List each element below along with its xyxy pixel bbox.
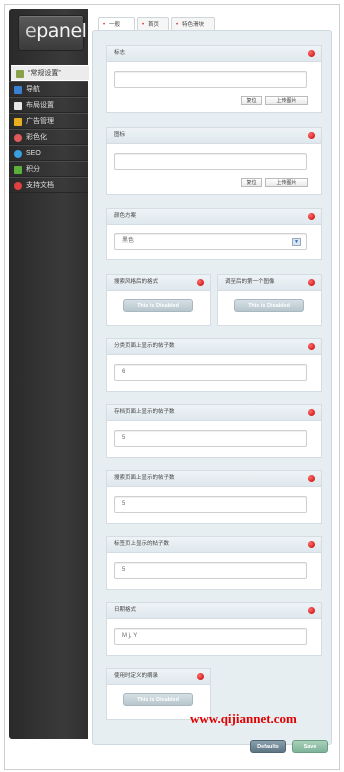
chevron-down-icon: ▼ bbox=[292, 238, 301, 246]
search-posts-setting: 搜索页面上显示的帖子数 5 bbox=[106, 470, 322, 524]
help-icon[interactable] bbox=[197, 673, 204, 680]
date-format-setting: 日期格式 M j, Y bbox=[106, 602, 322, 656]
category-posts-setting: 分类页面上显示的帖子数 6 bbox=[106, 338, 322, 392]
watermark-text: www.qijiannet.com bbox=[190, 711, 297, 726]
help-icon[interactable] bbox=[197, 279, 204, 286]
upload-image-button[interactable]: 上传图片 bbox=[265, 178, 308, 187]
archive-posts-input[interactable]: 5 bbox=[114, 430, 307, 447]
wrench-icon bbox=[16, 70, 24, 78]
upload-image-button[interactable]: 上传图片 bbox=[265, 96, 308, 105]
disabled-toggle[interactable]: This is Disabled bbox=[234, 299, 304, 312]
setting-title: 日期格式 bbox=[114, 607, 137, 613]
help-icon[interactable] bbox=[308, 409, 315, 416]
epanel-logo: epanel bbox=[18, 15, 87, 51]
list-icon bbox=[14, 86, 22, 94]
disabled-toggle[interactable]: This is Disabled bbox=[123, 299, 193, 312]
archive-posts-setting: 存档页面上显示的帖子数 5 bbox=[106, 404, 322, 458]
page-icon bbox=[14, 102, 22, 110]
setting-title: 使用时定义的摘录 bbox=[114, 673, 159, 679]
first-image-setting: 调至后的第一个图像 This is Disabled bbox=[217, 274, 322, 326]
setting-title: 分类页面上显示的帖子数 bbox=[114, 343, 175, 349]
sidebar-item-general[interactable]: “常规设置” bbox=[11, 65, 89, 81]
setting-title: 标签页上显示的帖子数 bbox=[114, 541, 170, 547]
logo-setting: 标志 复位 上传图片 bbox=[106, 45, 322, 113]
settings-panel: 标志 复位 上传图片 图标 复位 上传图片 颜色方案 黑色 ▼ 搜索风格后的格式… bbox=[92, 30, 332, 745]
color-scheme-select[interactable]: 黑色 ▼ bbox=[114, 233, 307, 250]
setting-title: 调至后的第一个图像 bbox=[225, 279, 275, 285]
sidebar-item-support[interactable]: 支持文档 bbox=[9, 177, 88, 193]
sidebar-item-label: 彩色化 bbox=[26, 134, 47, 141]
grid-icon bbox=[14, 118, 22, 126]
defaults-button[interactable]: Defaults bbox=[250, 740, 286, 753]
sidebar-item-seo[interactable]: SEO bbox=[9, 145, 88, 161]
lifebuoy-icon bbox=[14, 182, 22, 190]
help-icon[interactable] bbox=[308, 50, 315, 57]
sidebar: epanel “常规设置” 导航 布局设置 广告管理 彩色化 SEO 积分 支持… bbox=[9, 9, 89, 739]
main-area: 一般 首页 特色滑块 标志 复位 上传图片 图标 复位 上传图片 颜色方案 黑色… bbox=[88, 9, 332, 761]
setting-title: 颜色方案 bbox=[114, 213, 137, 219]
favicon-setting: 图标 复位 上传图片 bbox=[106, 127, 322, 195]
setting-title: 存档页面上显示的帖子数 bbox=[114, 409, 175, 415]
sidebar-menu: “常规设置” 导航 布局设置 广告管理 彩色化 SEO 积分 支持文档 bbox=[9, 65, 89, 193]
palette-icon bbox=[14, 134, 22, 142]
logo-url-input[interactable] bbox=[114, 71, 307, 88]
globe-icon bbox=[14, 150, 22, 158]
date-format-input[interactable]: M j, Y bbox=[114, 628, 307, 645]
search-posts-input[interactable]: 5 bbox=[114, 496, 307, 513]
chart-icon bbox=[14, 166, 22, 174]
help-icon[interactable] bbox=[308, 541, 315, 548]
sidebar-item-label: “常规设置” bbox=[28, 70, 61, 77]
color-scheme-setting: 颜色方案 黑色 ▼ bbox=[106, 208, 322, 260]
tab-featured-slider[interactable]: 特色滑块 bbox=[171, 17, 215, 32]
tag-posts-setting: 标签页上显示的帖子数 5 bbox=[106, 536, 322, 590]
save-button[interactable]: Save bbox=[292, 740, 328, 753]
sidebar-item-label: 支持文档 bbox=[26, 182, 54, 189]
setting-title: 搜索风格后的格式 bbox=[114, 279, 159, 285]
setting-title: 标志 bbox=[114, 50, 126, 56]
help-icon[interactable] bbox=[308, 213, 315, 220]
grab-image-setting: 搜索风格后的格式 This is Disabled bbox=[106, 274, 211, 326]
help-icon[interactable] bbox=[308, 607, 315, 614]
sidebar-item-colorization[interactable]: 彩色化 bbox=[9, 129, 88, 145]
help-icon[interactable] bbox=[308, 132, 315, 139]
help-icon[interactable] bbox=[308, 343, 315, 350]
sidebar-item-label: 导航 bbox=[26, 86, 40, 93]
sidebar-item-label: SEO bbox=[26, 150, 41, 157]
sidebar-item-label: 布局设置 bbox=[26, 102, 54, 109]
favicon-url-input[interactable] bbox=[114, 153, 307, 170]
tab-homepage[interactable]: 首页 bbox=[137, 17, 169, 32]
setting-title: 搜索页面上显示的帖子数 bbox=[114, 475, 175, 481]
sidebar-item-label: 积分 bbox=[26, 166, 40, 173]
help-icon[interactable] bbox=[308, 475, 315, 482]
sidebar-item-label: 广告管理 bbox=[26, 118, 54, 125]
setting-title: 图标 bbox=[114, 132, 126, 138]
category-posts-input[interactable]: 6 bbox=[114, 364, 307, 381]
tab-general[interactable]: 一般 bbox=[98, 17, 135, 32]
help-icon[interactable] bbox=[308, 279, 315, 286]
sidebar-item-navigation[interactable]: 导航 bbox=[9, 81, 88, 97]
sidebar-item-integration[interactable]: 积分 bbox=[9, 161, 88, 177]
sidebar-item-ads[interactable]: 广告管理 bbox=[9, 113, 88, 129]
reset-button[interactable]: 复位 bbox=[241, 96, 262, 105]
reset-button[interactable]: 复位 bbox=[241, 178, 262, 187]
disabled-toggle[interactable]: This is Disabled bbox=[123, 693, 193, 706]
tag-posts-input[interactable]: 5 bbox=[114, 562, 307, 579]
sidebar-item-layout[interactable]: 布局设置 bbox=[9, 97, 88, 113]
